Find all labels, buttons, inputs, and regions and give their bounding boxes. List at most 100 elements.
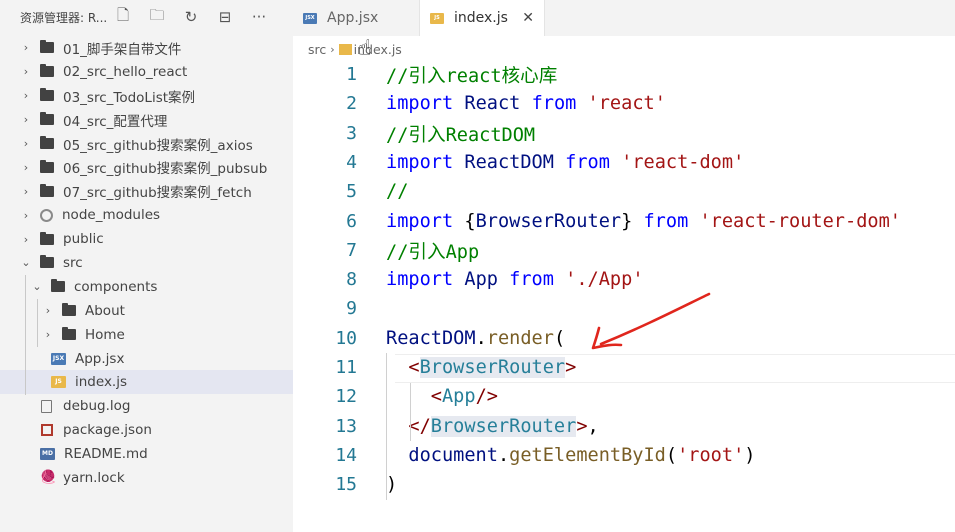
tree-item-node-modules[interactable]: › node_modules — [0, 203, 293, 227]
refresh-icon[interactable]: ↻ — [174, 5, 208, 29]
code-token: } — [621, 210, 644, 232]
chevron-right-icon: › — [23, 137, 29, 150]
code-text: //引入ReactDOM — [386, 120, 535, 147]
tree-item-index-js[interactable]: JS index.js — [0, 370, 293, 395]
code-line[interactable]: 2 import React from 'react' — [293, 89, 955, 118]
code-token: ( — [665, 444, 678, 466]
folder-icon — [62, 303, 76, 317]
tree-item-05-src-github-axios[interactable]: › 05_src_github搜索案例_axios — [0, 132, 293, 156]
code-line[interactable]: 4 import ReactDOM from 'react-dom' — [293, 148, 955, 177]
tree-item-label: 03_src_TodoList案例 — [63, 89, 196, 106]
folder-icon — [40, 159, 54, 173]
tree-item-readme-md[interactable]: MD README.md — [0, 442, 293, 466]
folder-icon — [40, 64, 54, 78]
breadcrumb: src › index.js — [308, 39, 402, 59]
tree-item-06-src-github-pubsub[interactable]: › 06_src_github搜索案例_pubsub — [0, 155, 293, 179]
tree-item-yarn-lock[interactable]: 🧶 yarn.lock — [0, 466, 293, 490]
code-token: 'react-router-dom' — [699, 210, 901, 232]
hand-pointer-icon: ☝ — [358, 36, 372, 61]
code-line[interactable]: 5 // — [293, 177, 955, 206]
breadcrumb-segment-src[interactable]: src — [308, 42, 326, 57]
tree-item-home[interactable]: › Home — [0, 323, 293, 347]
code-token: { — [453, 210, 476, 232]
code-line[interactable]: 1 //引入react核心库 — [293, 60, 955, 89]
line-number: 3 — [346, 122, 357, 144]
code-line[interactable]: 3 //引入ReactDOM — [293, 119, 955, 148]
indent-guide — [386, 353, 387, 500]
tree-item-04-src[interactable]: › 04_src_配置代理 — [0, 108, 293, 132]
folder-icon — [40, 88, 54, 102]
explorer-title: 资源管理器: R... — [20, 10, 106, 25]
line-number: 13 — [335, 415, 357, 437]
line-number: 8 — [346, 269, 357, 291]
code-token: 'react-dom' — [621, 151, 745, 173]
code-text: ) — [386, 474, 397, 495]
tree-item-debug-log[interactable]: debug.log — [0, 394, 293, 418]
tree-item-public[interactable]: › public — [0, 227, 293, 251]
code-token: import — [386, 210, 454, 232]
line-number: 1 — [346, 64, 357, 85]
tree-item-01[interactable]: › 01_脚手架自带文件 — [0, 36, 293, 60]
code-token: . — [497, 444, 510, 466]
code-token: . — [475, 327, 487, 349]
code-line[interactable]: 14 document.getElementById('root') — [293, 441, 955, 470]
code-text: //引入App — [386, 237, 479, 264]
tree-item-label: yarn.lock — [63, 469, 125, 486]
tree-item-components[interactable]: ⌄ components — [0, 275, 293, 299]
code-text: ReactDOM.render( — [386, 328, 565, 349]
line-number: 5 — [346, 181, 357, 203]
tree-item-label: About — [85, 302, 125, 319]
tab-label: App.jsx — [327, 10, 379, 26]
js-file-icon: JS — [51, 376, 66, 389]
collapse-all-icon[interactable]: ⊟ — [208, 5, 242, 29]
code-token: App — [464, 269, 498, 291]
editor-tab-bar: JSX App.jsx JS index.js ✕ — [293, 0, 955, 36]
tree-item-label: components — [74, 278, 158, 295]
tab-index-js[interactable]: JS index.js ✕ — [420, 0, 545, 36]
explorer-header: 资源管理器: R... 🗋 🗀 ↻ ⊟ ··· — [0, 0, 293, 34]
explorer-sidebar: 资源管理器: R... 🗋 🗀 ↻ ⊟ ··· › 01_脚手架自带文件 › 02_src_h… — [0, 0, 293, 532]
tree-item-03-src-todolist[interactable]: › 03_src_TodoList案例 — [0, 84, 293, 108]
line-number: 11 — [335, 357, 357, 378]
current-line-highlight — [395, 354, 955, 383]
line-number: 6 — [346, 210, 357, 232]
code-token: getElementById — [509, 444, 666, 466]
code-line[interactable]: 7 //引入App — [293, 236, 955, 265]
code-line[interactable]: 6 import {BrowserRouter} from 'react-rout… — [293, 207, 955, 236]
tree-item-02-src-hello-react[interactable]: › 02_src_hello_react — [0, 60, 293, 84]
node-modules-icon — [40, 208, 53, 222]
code-line[interactable]: 15) — [293, 470, 955, 499]
code-token: BrowserRouter — [430, 415, 577, 437]
tab-label: index.js — [454, 10, 508, 26]
log-file-icon — [41, 399, 52, 413]
code-token: from — [643, 210, 689, 232]
tree-item-src[interactable]: ⌄ src — [0, 251, 293, 275]
close-icon[interactable]: ✕ — [522, 10, 534, 26]
folder-icon — [40, 112, 54, 126]
tree-item-package-json[interactable]: package.json — [0, 418, 293, 442]
tree-item-label: src — [63, 254, 83, 271]
tree-item-app-jsx[interactable]: JSX App.jsx — [0, 347, 293, 371]
tree-item-label: debug.log — [63, 398, 131, 415]
tab-app-jsx[interactable]: JSX App.jsx — [293, 0, 420, 36]
new-file-icon[interactable]: 🗋 — [106, 5, 140, 29]
indent-guide — [25, 275, 26, 395]
code-line[interactable]: 13 </BrowserRouter>, — [293, 412, 955, 441]
tree-item-label: App.jsx — [75, 350, 125, 367]
code-token: BrowserRouter — [475, 210, 622, 232]
annotation-arrow — [591, 292, 711, 350]
code-line[interactable]: 12 <App/> — [293, 382, 955, 411]
folder-icon — [40, 183, 54, 197]
npm-package-icon — [41, 424, 53, 437]
more-actions-icon[interactable]: ··· — [242, 5, 276, 29]
tree-item-07-src-github-fetch[interactable]: › 07_src_github搜索案例_fetch — [0, 179, 293, 203]
tree-item-about[interactable]: › About — [0, 299, 293, 323]
new-folder-icon[interactable]: 🗀 — [140, 5, 174, 29]
explorer-actions: 🗋 🗀 ↻ ⊟ ··· — [106, 5, 276, 29]
code-text: <App/> — [386, 386, 498, 407]
